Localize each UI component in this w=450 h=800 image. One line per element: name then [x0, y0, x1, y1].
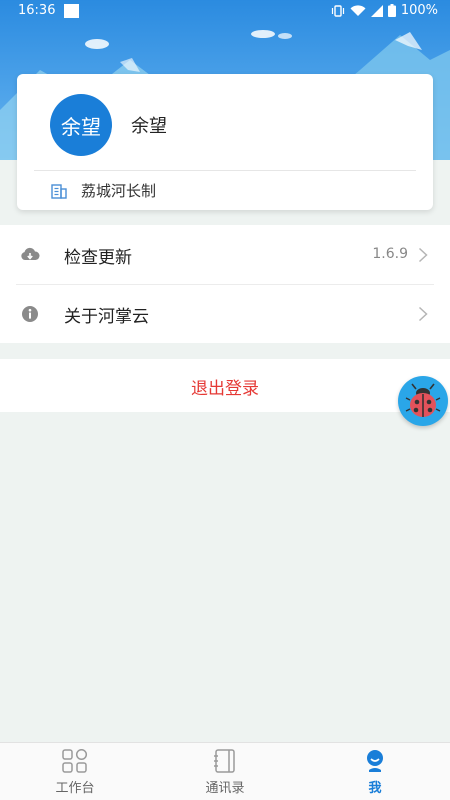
cloud-download-icon [21, 247, 40, 260]
settings-menu: 检查更新 1.6.9 关于河掌云 [0, 225, 450, 343]
tab-label: 通讯录 [205, 781, 245, 796]
bottom-tab-bar: 工作台 通讯录 我 [0, 742, 450, 800]
vibrate-icon [331, 4, 344, 17]
profile-icon [367, 750, 383, 772]
battery-icon [387, 4, 396, 17]
user-name: 余望 [131, 116, 167, 137]
status-indicators: 100% [331, 3, 438, 18]
contacts-icon [214, 749, 235, 773]
info-icon [22, 306, 38, 322]
tab-contacts[interactable]: 通讯录 [150, 743, 300, 800]
chevron-right-icon [418, 306, 428, 322]
chevron-right-icon [418, 247, 428, 263]
debug-fab-button[interactable] [398, 376, 448, 426]
battery-level: 100% [400, 3, 438, 18]
logout-label: 退出登录 [191, 379, 259, 399]
check-update-item[interactable]: 检查更新 1.6.9 [0, 225, 450, 284]
card-divider [34, 170, 416, 171]
wifi-icon [350, 4, 366, 16]
ladybug-icon [405, 383, 441, 417]
building-icon [51, 184, 67, 199]
tab-label: 我 [368, 781, 382, 796]
avatar[interactable]: 余望 [50, 94, 112, 156]
tab-me[interactable]: 我 [300, 743, 450, 800]
menu-label: 关于河掌云 [64, 307, 149, 327]
version-number: 1.6.9 [372, 246, 408, 262]
tab-label: 工作台 [55, 781, 95, 796]
notification-icon [64, 4, 79, 18]
organization-name: 荔城河长制 [81, 182, 157, 200]
logout-button[interactable]: 退出登录 [0, 359, 450, 412]
status-time: 16:36 [18, 3, 56, 18]
about-item[interactable]: 关于河掌云 [0, 284, 450, 343]
menu-label: 检查更新 [64, 248, 132, 268]
workbench-icon [62, 749, 88, 773]
tab-workbench[interactable]: 工作台 [0, 743, 150, 800]
signal-icon [370, 4, 383, 17]
profile-card[interactable]: 余望 余望 荔城河长制 [17, 74, 433, 210]
status-bar: 16:36 100% [0, 0, 450, 24]
